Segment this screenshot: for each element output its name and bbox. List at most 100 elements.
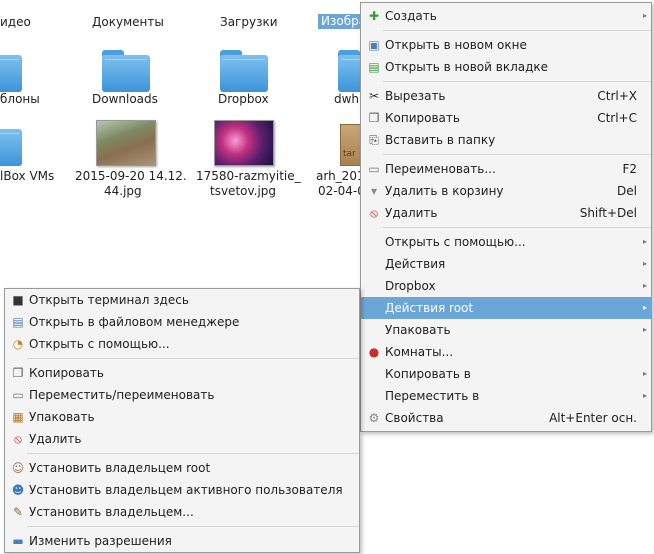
file-label[interactable]: arh_201 <box>316 169 365 184</box>
menu-item[interactable]: ❐ Копировать <box>5 362 359 384</box>
menu-item-label: Копировать в <box>385 367 471 381</box>
menu-separator <box>27 526 359 527</box>
file-label[interactable]: dwh <box>334 92 359 107</box>
menu-item-label: Упаковать <box>385 323 451 337</box>
new-tab-icon: ▤ <box>368 60 380 74</box>
file-label[interactable]: 44.jpg <box>104 184 142 199</box>
menu-item-label: Открыть в файловом менеджере <box>29 315 240 329</box>
menu-item[interactable]: Копировать в ▸ <box>361 363 651 385</box>
file-label[interactable]: 02-04-0 <box>318 184 365 199</box>
image-thumbnail[interactable] <box>214 120 274 166</box>
file-label[interactable]: 17580-razmyitie_ <box>196 169 301 184</box>
file-label[interactable]: Dropbox <box>218 92 269 107</box>
menu-item[interactable]: ❐ Копировать Ctrl+C <box>361 107 651 129</box>
owner-user-icon: ☻ <box>11 483 25 497</box>
menu-item-label: Действия root <box>385 301 474 315</box>
submenu-arrow-icon: ▸ <box>642 369 647 378</box>
menu-item[interactable]: ✎ Установить владельцем... <box>5 501 359 523</box>
menu-item-label: Копировать <box>385 111 460 125</box>
menu-item-label: Открыть в новом окне <box>385 38 527 52</box>
menu-item[interactable]: ▭ Переименовать... F2 <box>361 158 651 180</box>
menu-separator <box>383 154 651 155</box>
rename-icon: ▭ <box>12 388 24 402</box>
submenu-arrow-icon: ▸ <box>642 281 647 290</box>
menu-item-label: Открыть в новой вкладке <box>385 60 549 74</box>
delete-icon: ⦸ <box>370 206 378 220</box>
properties-icon: ⚙ <box>368 411 380 425</box>
menu-item[interactable]: ⎘ Вставить в папку <box>361 129 651 151</box>
file-label[interactable]: tsvetov.jpg <box>210 184 276 199</box>
menu-separator <box>383 227 651 228</box>
menu-item-shortcut: Ctrl+X <box>597 89 637 103</box>
menu-item-label: Удалить в корзину <box>385 184 504 198</box>
new-window-icon: ▣ <box>368 38 380 52</box>
menu-item[interactable]: ▤ Открыть в новой вкладке <box>361 56 651 78</box>
menu-item-shortcut: Alt+Enter осн. <box>549 411 637 425</box>
menu-item[interactable]: Dropbox ▸ <box>361 275 651 297</box>
menu-item[interactable]: Действия root ▸ <box>361 297 651 319</box>
menu-item[interactable]: ⦸ Удалить Shift+Del <box>361 202 651 224</box>
trash-icon: ▾ <box>370 184 378 198</box>
menu-item[interactable]: ◔ Открыть с помощью... <box>5 333 359 355</box>
menu-item[interactable]: ▣ Открыть в новом окне <box>361 34 651 56</box>
owner-root-icon: ☺ <box>11 461 25 475</box>
paste-icon: ⎘ <box>369 133 379 147</box>
menu-item[interactable]: Действия ▸ <box>361 253 651 275</box>
owner-custom-icon: ✎ <box>12 505 24 519</box>
menu-item[interactable]: ▬ Изменить разрешения <box>5 530 359 552</box>
menu-item-label: Установить владельцем активного пользова… <box>29 483 343 497</box>
file-label[interactable]: lBox VMs <box>0 169 54 184</box>
menu-item[interactable]: ▦ Упаковать <box>5 406 359 428</box>
menu-item-shortcut: Ctrl+C <box>597 111 637 125</box>
menu-item-label: Dropbox <box>385 279 436 293</box>
menu-item-label: Открыть с помощью... <box>29 337 170 351</box>
menu-item-label: Вставить в папку <box>385 133 496 147</box>
submenu-arrow-icon: ▸ <box>642 391 647 400</box>
file-label[interactable]: Загрузки <box>220 15 278 30</box>
delete-icon: ⦸ <box>14 432 22 446</box>
submenu-arrow-icon: ▸ <box>642 303 647 312</box>
menu-item[interactable]: ▾ Удалить в корзину Del <box>361 180 651 202</box>
cut-icon: ✂ <box>368 89 380 103</box>
new-file-icon: ✚ <box>368 9 380 23</box>
copy-icon: ❐ <box>12 366 24 380</box>
menu-item-label: Действия <box>385 257 446 271</box>
menu-item[interactable]: Переместить в ▸ <box>361 385 651 407</box>
menu-item[interactable]: ● Комнаты... <box>361 341 651 363</box>
folder-icon[interactable] <box>0 124 22 166</box>
file-label[interactable]: блоны <box>0 92 40 107</box>
file-label[interactable]: идео <box>0 15 31 30</box>
folder-icon[interactable] <box>220 50 268 92</box>
menu-item[interactable]: ▭ Переместить/переименовать <box>5 384 359 406</box>
menu-item[interactable]: Открыть с помощью... ▸ <box>361 231 651 253</box>
menu-item-label: Вырезать <box>385 89 446 103</box>
folder-icon[interactable] <box>102 50 150 92</box>
context-menu: ✚ Создать ▸ ▣ Открыть в новом окне ▤ Открыть в… <box>360 2 652 432</box>
image-thumbnail[interactable] <box>96 120 156 166</box>
menu-item[interactable]: ▤ Открыть в файловом менеджере <box>5 311 359 333</box>
menu-item-label: Комнаты... <box>385 345 454 359</box>
menu-item-label: Удалить <box>29 432 82 446</box>
menu-item-label: Установить владельцем... <box>29 505 194 519</box>
menu-item-label: Копировать <box>29 366 104 380</box>
menu-item[interactable]: ⦸ Удалить <box>5 428 359 450</box>
menu-item[interactable]: ☺ Установить владельцем root <box>5 457 359 479</box>
file-label[interactable]: 2015-09-20 14.12. <box>75 169 187 184</box>
menu-separator <box>383 81 651 82</box>
menu-item-label: Изменить разрешения <box>29 534 172 548</box>
menu-item-label: Установить владельцем root <box>29 461 211 475</box>
menu-item[interactable]: ■ Открыть терминал здесь <box>5 289 359 311</box>
menu-item[interactable]: ✚ Создать ▸ <box>361 5 651 27</box>
file-label[interactable]: Downloads <box>92 92 158 107</box>
menu-item-label: Упаковать <box>29 410 95 424</box>
folder-icon[interactable] <box>0 50 22 92</box>
submenu-arrow-icon: ▸ <box>642 11 647 20</box>
menu-item[interactable]: Упаковать ▸ <box>361 319 651 341</box>
file-label[interactable]: Документы <box>92 15 164 30</box>
menu-item[interactable]: ⚙ Свойства Alt+Enter осн. <box>361 407 651 429</box>
file-manager-icon: ▤ <box>12 315 24 329</box>
menu-item-label: Открыть терминал здесь <box>29 293 189 307</box>
menu-item[interactable]: ☻ Установить владельцем активного пользов… <box>5 479 359 501</box>
menu-item[interactable]: ✂ Вырезать Ctrl+X <box>361 85 651 107</box>
archive-icon: ▦ <box>12 410 24 424</box>
